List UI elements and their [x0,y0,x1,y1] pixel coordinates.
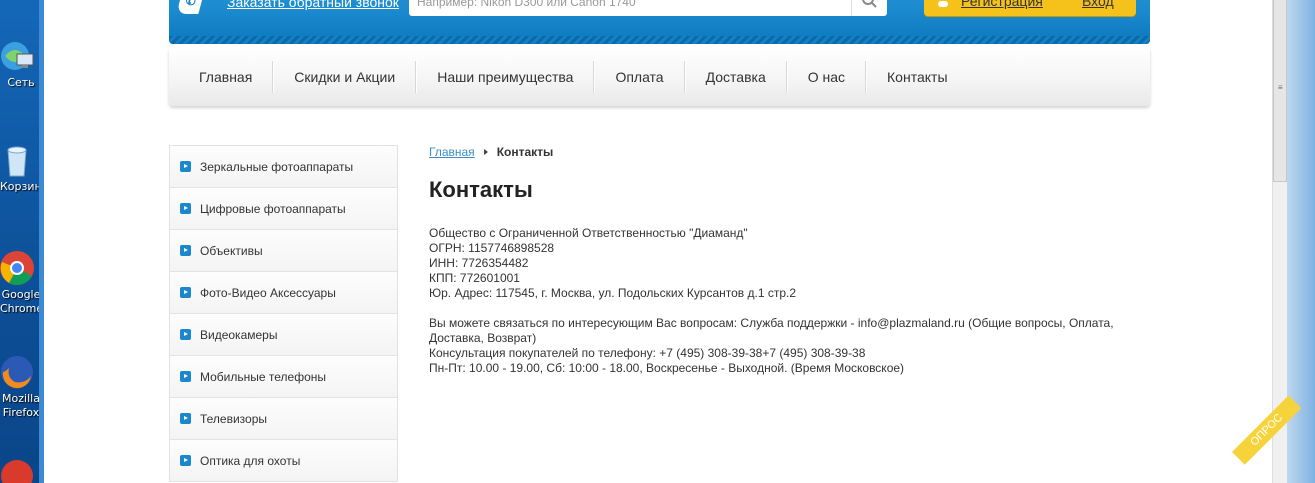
legal-address: Юр. Адрес: 117545, г. Москва, ул. Подоль… [429,286,797,300]
page-title: Контакты [429,177,533,202]
login-link[interactable]: Вход [1082,0,1114,9]
desktop-icon-network[interactable]: Сеть [0,38,42,90]
network-icon [0,38,35,74]
sidebar-item-hunting-optics[interactable]: Оптика для охоты [170,440,397,482]
desktop-icon-label: Корзина [0,180,42,193]
phone-icon: ✆ [176,0,204,14]
callback-link[interactable]: Заказать обратный звонок [227,0,399,10]
sidebar-item-label: Цифровые фотоаппараты [200,201,346,216]
sidebar-item-mobile-phones[interactable]: Мобильные телефоны [170,356,397,398]
arrow-right-icon [180,245,191,256]
nav-item-home[interactable]: Главная [178,60,274,93]
arrow-right-icon [180,329,191,340]
sidebar-item-lenses[interactable]: Объективы [170,230,397,272]
arrow-right-icon [180,287,191,298]
header-band: ✆ Заказать обратный звонок Регистрация В… [169,0,1150,44]
arrow-right-icon [180,413,191,424]
desktop-icon-label: Mozilla Firefox [2,392,40,419]
sidebar-item-label: Телевизоры [200,411,268,426]
sidebar-item-dslr[interactable]: Зеркальные фотоаппараты [170,146,397,188]
desktop-icon-partial[interactable] [0,458,42,483]
app-icon [0,458,35,483]
breadcrumb: Главная Контакты [429,145,553,159]
desktop-strip: Сеть Корзина Google Chrome Mozilla Firef… [0,0,42,483]
inn: ИНН: 7726354482 [429,256,529,270]
nav-item-discounts[interactable]: Скидки и Акции [273,60,417,93]
arrow-right-icon [180,455,191,466]
sidebar-item-label: Объективы [200,243,263,258]
register-link[interactable]: Регистрация [961,0,1043,9]
user-icon [938,1,948,7]
working-hours: Пн-Пт: 10.00 - 19.00, Сб: 10:00 - 18.00,… [429,361,905,375]
breadcrumb-separator-icon [483,149,488,155]
auth-box: Регистрация Вход [924,0,1136,16]
arrow-right-icon [180,203,191,214]
desktop-icon-label: Google Chrome [0,288,42,315]
breadcrumb-current: Контакты [496,145,554,159]
sidebar-item-label: Видеокамеры [200,327,278,342]
search-box [409,0,887,16]
sidebar-item-label: Фото-Видео Аксессуары [200,285,336,300]
category-sidebar: Зеркальные фотоаппараты Цифровые фотоапп… [169,145,398,482]
sidebar-item-accessories[interactable]: Фото-Видео Аксессуары [170,272,397,314]
sidebar-item-label: Оптика для охоты [200,453,301,468]
search-icon [862,0,877,8]
sidebar-item-label: Мобильные телефоны [200,369,327,384]
desktop-icon-recycle-bin[interactable]: Корзина [0,142,42,194]
company-name: Общество с Ограниченной Ответственностью… [429,226,748,240]
scrollbar-thumb[interactable]: ≡ [1273,0,1287,182]
web-page: ✆ Заказать обратный звонок Регистрация В… [44,0,1272,483]
desktop-icon-firefox[interactable]: Mozilla Firefox [0,354,42,420]
nav-item-contacts[interactable]: Контакты [866,63,968,91]
desktop-icon-label: Сеть [7,76,35,89]
chrome-icon [0,250,35,286]
kpp: КПП: 772601001 [429,271,520,285]
search-button[interactable] [851,0,887,16]
support-contact: Вы можете связаться по интересующим Вас … [429,316,1114,345]
arrow-right-icon [180,161,191,172]
nav-item-delivery[interactable]: Доставка [685,60,787,93]
breadcrumb-home-link[interactable]: Главная [429,145,475,159]
phone-consultation: Консультация покупателей по телефону: +7… [429,346,866,360]
sidebar-item-label: Зеркальные фотоаппараты [200,159,354,174]
main-nav: Главная Скидки и Акции Наши преимущества… [169,47,1150,106]
arrow-right-icon [180,371,191,382]
contacts-content: Общество с Ограниченной Ответственностью… [429,226,1149,376]
desktop-icon-chrome[interactable]: Google Chrome [0,250,42,316]
nav-item-advantages[interactable]: Наши преимущества [416,60,595,93]
sidebar-item-tvs[interactable]: Телевизоры [170,398,397,440]
recycle-bin-icon [0,142,35,178]
search-input[interactable] [417,0,837,10]
header-stripe [169,36,1150,44]
ogrn: ОГРН: 1157746898528 [429,241,555,255]
nav-item-about[interactable]: О нас [787,60,867,93]
sidebar-item-camcorders[interactable]: Видеокамеры [170,314,397,356]
scrollbar-grip-icon: ≡ [1278,83,1283,92]
nav-item-payment[interactable]: Оплата [594,60,685,93]
firefox-icon [0,354,35,390]
sidebar-item-digital-cameras[interactable]: Цифровые фотоаппараты [170,188,397,230]
